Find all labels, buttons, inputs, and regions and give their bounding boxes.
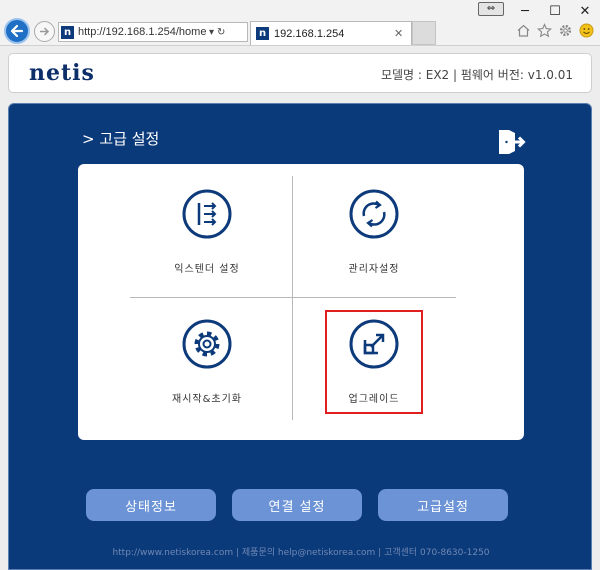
tile-label-extender-settings: 익스텐더 설정 (174, 264, 240, 275)
address-dropdown-icon[interactable]: ▾ (209, 27, 214, 38)
tile-extender-settings[interactable]: 익스텐더 설정 (122, 188, 292, 298)
nav-advanced-button[interactable]: 고급설정 (378, 489, 508, 521)
maximize-button[interactable]: ☐ (540, 0, 570, 22)
address-text[interactable]: http://192.168.1.254/home. (78, 26, 206, 38)
admin-settings-icon (349, 189, 399, 239)
extender-settings-icon (182, 189, 232, 239)
tab-close-icon[interactable]: ✕ (394, 27, 403, 40)
logout-icon (499, 130, 526, 154)
home-icon[interactable] (515, 22, 531, 38)
new-tab-button[interactable] (412, 21, 436, 45)
site-favicon-icon: n (61, 25, 74, 39)
tile-admin-settings[interactable]: 관리자설정 (289, 188, 459, 298)
settings-panel: 익스텐더 설정 관리자설정 재시작&초기화 업그레이드 (78, 164, 524, 440)
nav-status-button[interactable]: 상태정보 (86, 489, 216, 521)
nav-connection-button[interactable]: 연결 설정 (232, 489, 362, 521)
forward-icon (40, 27, 50, 36)
browser-toolbar-icons (515, 22, 594, 38)
tile-label-admin-settings: 관리자설정 (348, 264, 400, 275)
address-bar[interactable]: n http://192.168.1.254/home. ▾ ↻ (58, 22, 248, 42)
tab-favicon-icon: n (256, 27, 269, 40)
section-title: > 고급 설정 (82, 130, 160, 148)
close-window-button[interactable]: ✕ (570, 0, 600, 22)
star-icon[interactable] (536, 22, 552, 38)
browser-tab[interactable]: n 192.168.1.254 ✕ (250, 21, 412, 45)
tab-title: 192.168.1.254 (274, 27, 345, 40)
window-controls: ─ ☐ ✕ (510, 0, 600, 22)
main-panel: > 고급 설정 익스텐더 설정 관리자설정 재시작&초기화 업그레이드 상태정보… (8, 103, 592, 570)
reboot-reset-icon (182, 319, 232, 369)
gear-icon[interactable] (557, 22, 573, 38)
tile-reboot-reset[interactable]: 재시작&초기화 (122, 318, 292, 428)
page-header: netis 모델명 : EX2 | 펌웨어 버전: v1.0.01 (8, 53, 592, 93)
model-firmware-info: 모델명 : EX2 | 펌웨어 버전: v1.0.01 (380, 68, 573, 82)
minimize-button[interactable]: ─ (510, 0, 540, 22)
back-button[interactable] (4, 18, 30, 44)
forward-button[interactable] (34, 21, 55, 42)
back-arrow-icon (10, 24, 24, 38)
smiley-icon[interactable] (578, 22, 594, 38)
page: netis 모델명 : EX2 | 펌웨어 버전: v1.0.01 > 고급 설… (0, 46, 600, 570)
netis-logo[interactable]: netis (29, 60, 95, 86)
upgrade-highlight-box (325, 310, 423, 414)
refresh-icon[interactable]: ↻ (217, 27, 225, 38)
logout-button[interactable] (496, 128, 526, 156)
footer-contact: http://www.netiskorea.com | 제품문의 help@ne… (112, 548, 490, 558)
bottom-nav: 상태정보 연결 설정 고급설정 (9, 489, 593, 523)
browser-chrome: ⇔ ─ ☐ ✕ n http://192.168.1.254/home. ▾ ↻… (0, 0, 600, 46)
tile-label-reboot-reset: 재시작&초기화 (172, 394, 242, 405)
restore-grip[interactable]: ⇔ (478, 2, 504, 16)
